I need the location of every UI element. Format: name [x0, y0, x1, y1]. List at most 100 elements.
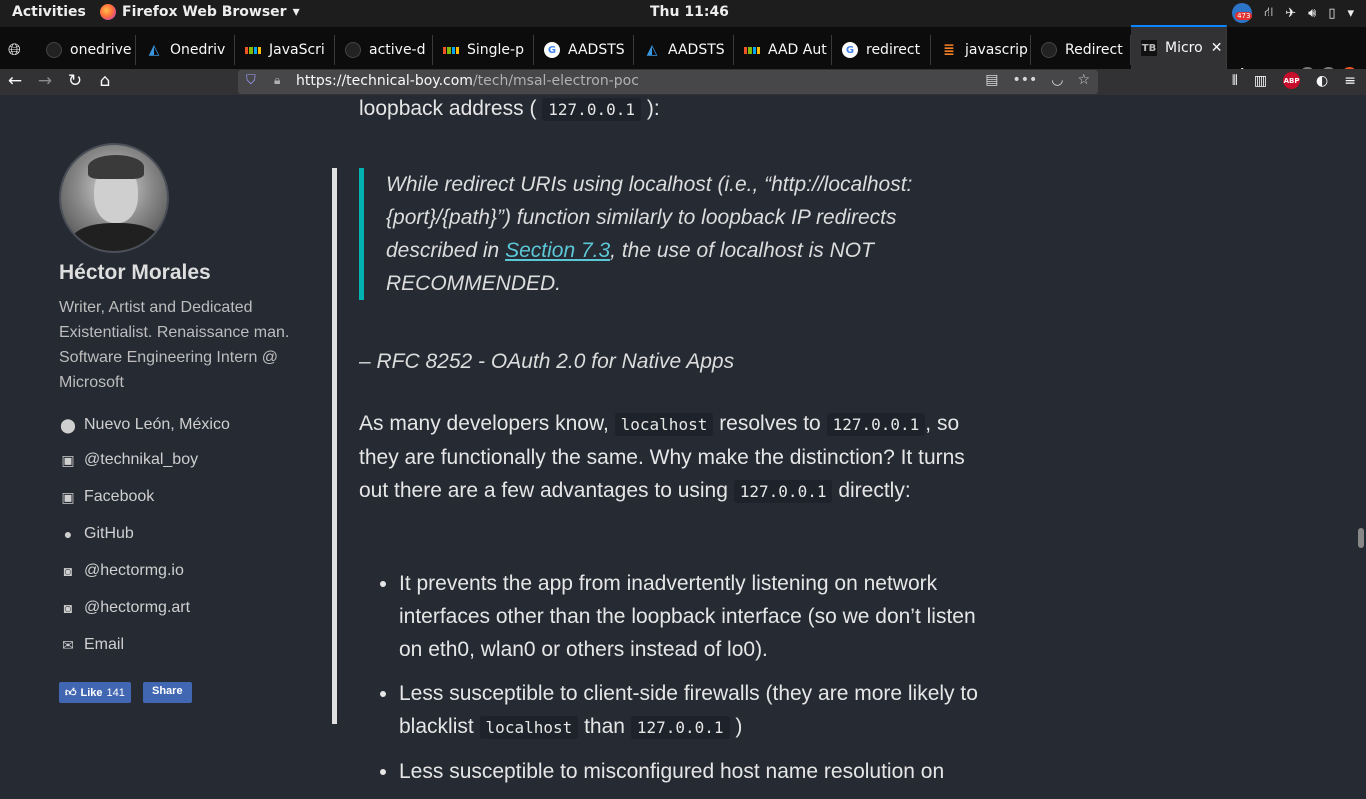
library-icon[interactable]: ⫴ — [1232, 73, 1238, 89]
browser-tab[interactable]: AAD Aut — [734, 35, 832, 65]
link-label[interactable]: GitHub — [84, 525, 134, 543]
github-link[interactable]: ● GitHub — [59, 525, 134, 543]
browser-tab[interactable]: Gredirect — [832, 35, 931, 65]
browser-tab[interactable]: ≣ javascrip — [931, 35, 1031, 65]
tab-title: onedrive — [70, 42, 132, 58]
clock[interactable]: Thu 11:46 — [650, 4, 729, 20]
twitter-link[interactable]: ▣ @technikal_boy — [59, 451, 198, 469]
facebook-share-button[interactable]: Share — [143, 682, 192, 703]
inline-code: localhost — [614, 413, 714, 436]
tab-title: Onedriv — [170, 42, 226, 58]
facebook-like-button[interactable]: 👍︎ Like 141 — [59, 682, 131, 703]
instagram-icon: ◙ — [63, 600, 73, 616]
adblock-plus-icon[interactable]: ABP — [1283, 72, 1301, 89]
pocket-icon[interactable]: ◡ — [1051, 72, 1063, 88]
section-7-3-link[interactable]: Section 7.3 — [505, 239, 610, 262]
microsoft-icon — [744, 42, 760, 58]
github-icon — [46, 42, 62, 58]
page-actions-icon[interactable]: ••• — [1012, 72, 1037, 88]
facebook-link[interactable]: ▣ Facebook — [59, 488, 154, 506]
author-name: Héctor Morales — [59, 261, 211, 284]
gnome-top-bar: Activities Firefox Web Browser ▾ Thu 11:… — [0, 0, 1366, 27]
localhost-paragraph: As many developers know, localhost resol… — [359, 412, 965, 503]
location-icon: ⬤ — [60, 416, 76, 433]
globe-icon[interactable]: 🌐︎ — [8, 40, 21, 60]
tab-title: Single-p — [467, 42, 524, 58]
instagram-icon: ◙ — [63, 563, 73, 579]
sidebar-icon[interactable]: ▥ — [1254, 73, 1267, 89]
email-icon: ✉ — [62, 636, 74, 653]
browser-tab[interactable]: Redirect — [1031, 35, 1131, 65]
extension-icon[interactable]: ◐ — [1316, 73, 1328, 89]
close-tab-icon[interactable]: ✕ — [1211, 40, 1223, 56]
tab-strip: 🌐︎ onedrive ◭ Onedriv JavaScri active-d Singl… — [0, 25, 1366, 88]
chevron-down-icon: ▾ — [292, 4, 300, 20]
inline-code: 127.0.0.1 — [542, 98, 641, 121]
system-tray: 473 ⛙ ✈ 🔊︎ ▯ ▾ — [1232, 3, 1354, 23]
sidebar-divider — [332, 168, 337, 724]
notification-app-icon[interactable]: 473 — [1232, 3, 1253, 23]
hamburger-menu-icon[interactable]: ≡ — [1344, 73, 1356, 89]
tab-title: Redirect — [1065, 42, 1123, 58]
lock-icon[interactable]: 🔒︎ — [274, 73, 280, 88]
app-menu[interactable]: Firefox Web Browser ▾ — [100, 4, 300, 20]
browser-tab[interactable]: JavaScri — [235, 35, 335, 65]
url-text[interactable]: https://technical-boy.com/tech/msal-elec… — [296, 73, 639, 89]
link-label[interactable]: @hectormg.art — [84, 599, 190, 617]
browser-tab[interactable]: ◭ AADSTS — [634, 35, 734, 65]
app-menu-label: Firefox Web Browser — [122, 4, 287, 20]
volume-icon[interactable]: 🔊︎ — [1308, 6, 1316, 21]
system-menu-chevron-icon[interactable]: ▾ — [1347, 6, 1354, 21]
link-label[interactable]: @technikal_boy — [84, 451, 198, 469]
link-label[interactable]: Email — [84, 636, 124, 654]
google-icon: G — [842, 42, 858, 58]
back-button[interactable]: ← — [4, 71, 26, 91]
quote-attribution: – RFC 8252 - OAuth 2.0 for Native Apps — [359, 350, 735, 373]
browser-tab[interactable]: G AADSTS — [534, 35, 634, 65]
azure-icon: ◭ — [646, 42, 658, 58]
stackoverflow-icon: ≣ — [943, 42, 955, 58]
location-link: ⬤ Nuevo León, México — [59, 416, 230, 434]
bookmark-star-icon[interactable]: ☆ — [1077, 72, 1090, 88]
forward-button[interactable]: → — [34, 71, 56, 91]
inline-code: 127.0.0.1 — [630, 716, 730, 739]
instagram-link-art[interactable]: ◙ @hectormg.art — [59, 599, 190, 617]
link-label[interactable]: @hectormg.io — [84, 562, 184, 580]
home-button[interactable]: ⌂ — [94, 71, 116, 91]
instagram-link-io[interactable]: ◙ @hectormg.io — [59, 562, 184, 580]
thumbs-up-icon: 👍︎ — [65, 687, 77, 699]
scrollbar-thumb[interactable] — [1358, 528, 1364, 548]
tracking-protection-shield-icon[interactable]: ⛉ — [246, 73, 256, 88]
browser-tab[interactable]: TB Micro ✕ — [1131, 25, 1227, 69]
email-link[interactable]: ✉ Email — [59, 636, 124, 654]
page-content: Héctor Morales Writer, Artist and Dedica… — [0, 95, 1366, 783]
reader-view-icon[interactable]: ▤ — [985, 72, 998, 88]
list-item: Less susceptible to client-side firewall… — [399, 677, 989, 744]
twitter-icon: ▣ — [61, 451, 75, 468]
advantages-list: It prevents the app from inadvertently l… — [399, 567, 989, 799]
list-item: It prevents the app from inadvertently l… — [399, 567, 989, 666]
network-icon[interactable]: ⛙ — [1264, 5, 1273, 22]
link-label[interactable]: Facebook — [84, 488, 154, 506]
airplane-icon[interactable]: ✈ — [1285, 6, 1296, 21]
battery-icon[interactable]: ▯ — [1328, 6, 1335, 21]
tab-title: AAD Aut — [768, 42, 827, 58]
notification-count: 473 — [1235, 12, 1253, 20]
microsoft-icon — [245, 42, 261, 58]
activities-button[interactable]: Activities — [12, 4, 86, 20]
rfc-quote: While redirect URIs using localhost (i.e… — [359, 168, 959, 300]
tab-title: Micro — [1165, 40, 1203, 56]
browser-tab[interactable]: Single-p — [433, 35, 534, 65]
browser-tab[interactable]: onedrive — [36, 35, 136, 65]
browser-tab[interactable]: ◭ Onedriv — [136, 35, 235, 65]
tab-title: JavaScri — [269, 42, 325, 58]
author-avatar — [59, 143, 169, 253]
inline-code: 127.0.0.1 — [733, 480, 833, 503]
browser-tab[interactable]: active-d — [335, 35, 433, 65]
url-bar[interactable]: ⛉ 🔒︎ https://technical-boy.com/tech/msal… — [238, 70, 1098, 94]
facebook-icon: ▣ — [61, 488, 75, 505]
loopback-paragraph: loopback address ( 127.0.0.1 ): — [359, 97, 660, 121]
navigation-bar: ← → ↻ ⌂ ⛉ 🔒︎ https://technical-boy.com/t… — [0, 69, 1366, 95]
reload-button[interactable]: ↻ — [64, 71, 86, 91]
inline-code: localhost — [479, 716, 579, 739]
